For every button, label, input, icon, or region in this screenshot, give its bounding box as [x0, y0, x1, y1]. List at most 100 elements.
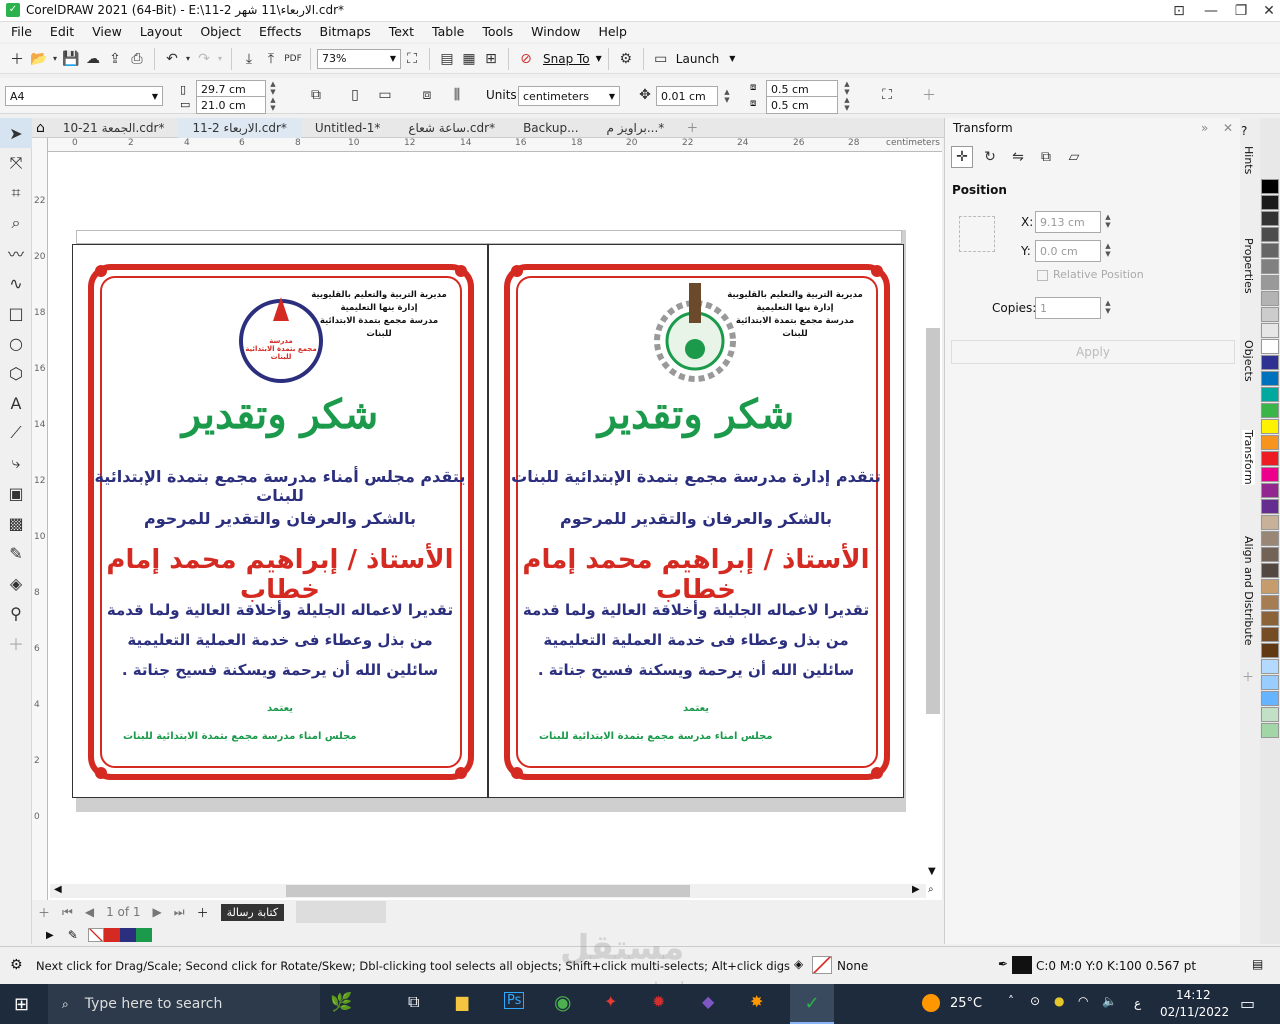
position-mode-icon[interactable]: ✛: [951, 146, 973, 168]
home-icon[interactable]: ⌂: [32, 120, 49, 136]
certificate-right[interactable]: مديرية التربية والتعليم بالقليوبية إدارة…: [488, 244, 904, 798]
smart-fill-icon[interactable]: ⚲: [0, 598, 32, 628]
tray-app-icon[interactable]: ●: [1054, 994, 1064, 1008]
palette-swatch[interactable]: [1261, 339, 1279, 354]
text-tool-icon[interactable]: A: [0, 388, 32, 418]
y-spinner[interactable]: ▲ ▼: [1103, 242, 1113, 258]
palette-swatch[interactable]: [1261, 547, 1279, 562]
current-page-icon[interactable]: ⫼: [446, 84, 468, 106]
palette-swatch[interactable]: [1261, 435, 1279, 450]
palette-swatch[interactable]: [1261, 627, 1279, 642]
palette-swatch[interactable]: [1261, 595, 1279, 610]
color-proof-icon[interactable]: ▤: [1252, 957, 1263, 971]
page-tab[interactable]: كتابة رسالة: [220, 903, 285, 921]
vertical-scrollbar-thumb[interactable]: [926, 328, 940, 714]
swatch-red[interactable]: [103, 928, 120, 942]
import-icon[interactable]: ⤓: [238, 48, 260, 70]
swatch-green[interactable]: [135, 928, 152, 942]
minimize-button[interactable]: —: [1200, 0, 1222, 22]
crop-tool-icon[interactable]: ⌗: [0, 178, 32, 208]
palette-swatch[interactable]: [1261, 675, 1279, 690]
palette-swatch[interactable]: [1261, 579, 1279, 594]
menu-file[interactable]: File: [2, 22, 41, 42]
palette-swatch[interactable]: [1261, 499, 1279, 514]
portrait-icon[interactable]: ▯: [344, 84, 366, 106]
chrome-icon[interactable]: ◉: [554, 990, 571, 1014]
menu-effects[interactable]: Effects: [250, 22, 311, 42]
last-page-icon[interactable]: ⏭: [174, 905, 185, 920]
tab-transform[interactable]: Transform: [1242, 430, 1255, 485]
first-page-icon[interactable]: ⏮: [62, 905, 73, 920]
hints-icon[interactable]: ?: [1241, 124, 1247, 138]
anchor-grid[interactable]: [959, 216, 995, 252]
export-icon[interactable]: ⤒: [260, 48, 282, 70]
wifi-icon[interactable]: ◠: [1078, 994, 1088, 1008]
palette-swatch[interactable]: [1261, 179, 1279, 194]
snap-off-icon[interactable]: ⊘: [515, 48, 537, 70]
artistic-media-icon[interactable]: ∿: [0, 268, 32, 298]
docker-collapse-icon[interactable]: »: [1201, 121, 1208, 135]
duplicate-y-field[interactable]: 0.5 cm: [766, 96, 838, 114]
snap-to-dropdown[interactable]: Snap To: [543, 52, 590, 66]
fill-swatch[interactable]: [812, 956, 832, 974]
palette-swatch[interactable]: [1261, 323, 1279, 338]
add-icon[interactable]: ＋: [918, 84, 940, 106]
restore-button[interactable]: ❐: [1230, 0, 1252, 22]
settings-gear-icon[interactable]: ⚙: [10, 957, 23, 973]
add-docker-icon[interactable]: ＋: [1242, 668, 1254, 685]
coreldraw-taskbar-icon[interactable]: ✓: [790, 984, 834, 1024]
menu-object[interactable]: Object: [191, 22, 250, 42]
rotate-mode-icon[interactable]: ↻: [979, 146, 1001, 168]
menu-help[interactable]: Help: [589, 22, 636, 42]
menu-window[interactable]: Window: [522, 22, 589, 42]
scroll-right-icon[interactable]: ▶: [912, 884, 920, 895]
pin-icon[interactable]: ⊡: [1168, 0, 1190, 22]
freehand-tool-icon[interactable]: 〰: [0, 238, 32, 268]
print-icon[interactable]: ⎙: [126, 48, 148, 70]
polygon-tool-icon[interactable]: ⬡: [0, 358, 32, 388]
tab-doc-6[interactable]: براويز م...*: [593, 118, 679, 138]
palette-swatch[interactable]: [1261, 707, 1279, 722]
zoom-navigator-icon[interactable]: ⌕: [928, 884, 934, 895]
palette-swatch[interactable]: [1261, 355, 1279, 370]
shape-tool-icon[interactable]: ⤧: [0, 148, 32, 178]
outline-swatch[interactable]: [1012, 956, 1032, 974]
palette-swatch[interactable]: [1261, 643, 1279, 658]
connector-tool-icon[interactable]: ⤷: [0, 448, 32, 478]
tab-properties[interactable]: Properties: [1242, 238, 1255, 294]
copies-field[interactable]: 1: [1035, 297, 1101, 319]
palette-swatch[interactable]: [1261, 611, 1279, 626]
all-pages-size-icon[interactable]: ⧈: [416, 84, 438, 106]
menu-layout[interactable]: Layout: [131, 22, 192, 42]
palette-swatch[interactable]: [1261, 195, 1279, 210]
file-explorer-icon[interactable]: ▆: [456, 992, 468, 1011]
options-gear-icon[interactable]: ⚙: [615, 48, 637, 70]
palette-swatch[interactable]: [1261, 403, 1279, 418]
menu-view[interactable]: View: [83, 22, 131, 42]
zoom-tool-icon[interactable]: ⌕: [0, 208, 32, 238]
palette-swatch[interactable]: [1261, 387, 1279, 402]
zoom-full-icon[interactable]: ⛶: [401, 48, 423, 70]
palette-swatch[interactable]: [1261, 275, 1279, 290]
task-view-icon[interactable]: ⧉: [408, 992, 419, 1012]
open-icon[interactable]: 📂: [28, 48, 50, 70]
swatch-navy[interactable]: [119, 928, 136, 942]
grid-icon[interactable]: ▦: [458, 48, 480, 70]
app-icon-red[interactable]: ✹: [652, 992, 665, 1011]
save-icon[interactable]: 💾: [60, 48, 82, 70]
pick-tool-icon[interactable]: ➤: [0, 118, 32, 148]
new-tab-icon[interactable]: ＋: [678, 119, 706, 136]
eyedropper-icon[interactable]: ✎: [68, 928, 78, 942]
palette-scroll-icon[interactable]: ▶: [46, 930, 54, 941]
palette-swatch[interactable]: [1261, 659, 1279, 674]
tray-network-icon[interactable]: ⊙: [1030, 994, 1040, 1008]
weather-icon[interactable]: [922, 994, 940, 1012]
palette-swatch[interactable]: [1261, 451, 1279, 466]
menu-edit[interactable]: Edit: [41, 22, 83, 42]
nudge-spinner[interactable]: ▲ ▼: [722, 88, 732, 104]
x-position-field[interactable]: 9.13 cm: [1035, 211, 1101, 233]
palette-swatch[interactable]: [1261, 483, 1279, 498]
tray-chevron-icon[interactable]: ˄: [1008, 994, 1014, 1008]
landscape-icon[interactable]: ▭: [374, 84, 396, 106]
notification-icon[interactable]: ▭: [1240, 994, 1255, 1013]
